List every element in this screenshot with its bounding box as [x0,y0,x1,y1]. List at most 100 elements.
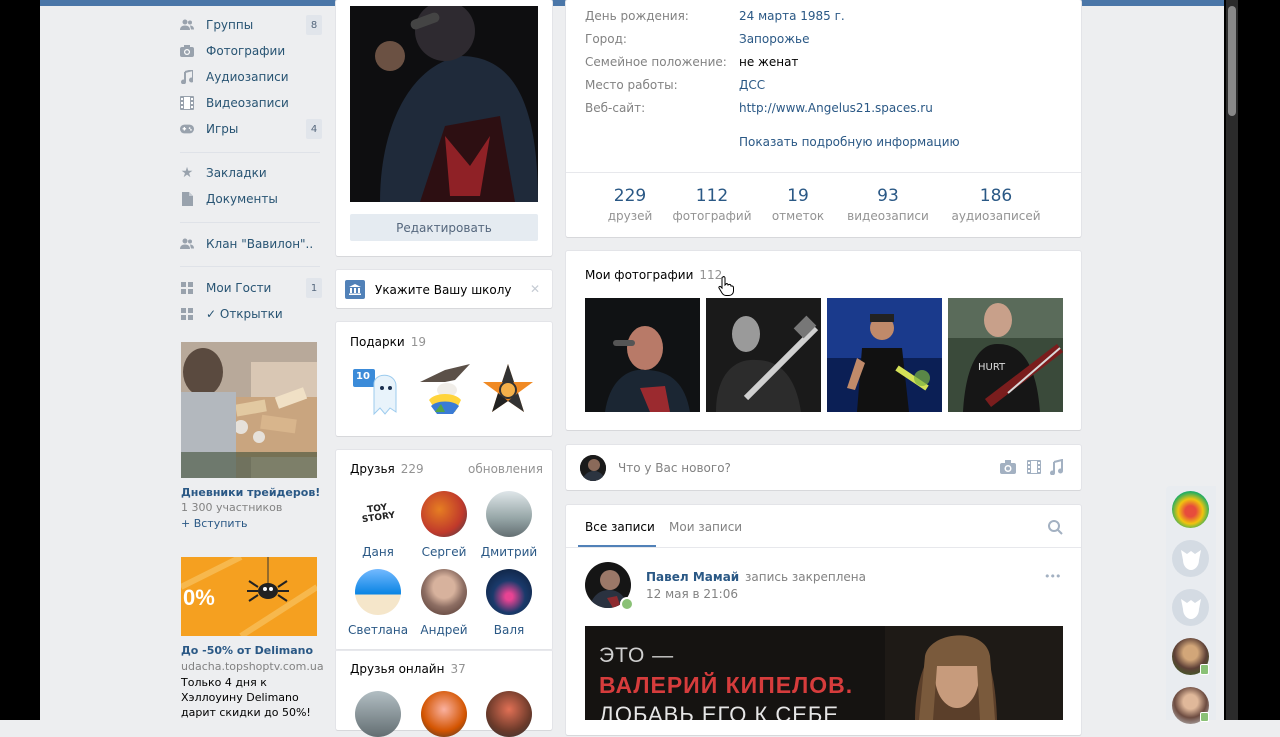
info-label: День рождения: [585,9,689,23]
stat-friends[interactable]: 229 друзей [600,186,660,223]
profile-photo[interactable] [350,6,538,202]
post-author-name[interactable]: Павел Мамай [646,570,739,584]
stat-number: 112 [695,186,729,206]
photo-thumbnail[interactable]: HURT [948,298,1063,412]
friend-item[interactable]: TOY STORY Даня [348,491,408,559]
search-icon[interactable] [1048,520,1063,538]
composer-input[interactable]: Что у Вас нового? [618,461,731,475]
menu-label: Видеозаписи [206,96,289,110]
post-pinned-note: запись закреплена [745,570,866,584]
scrollbar-thumb[interactable] [1228,6,1236,116]
gifts-header[interactable]: Подарки 19 [350,335,426,349]
online-friend-avatar[interactable] [486,691,532,737]
people-icon [180,237,194,251]
menu-divider [180,152,320,153]
menu-divider [180,222,320,223]
composer-avatar [580,455,606,481]
menu-item-bookmarks[interactable]: ★ Закладки [180,162,322,184]
tab-all-posts[interactable]: Все записи [585,520,655,534]
menu-label: Фотографии [206,44,286,58]
stat-tags[interactable]: 19 отметок [768,186,828,223]
stat-label: друзей [607,209,653,223]
friend-item[interactable]: Дмитрий [479,491,539,559]
info-value[interactable]: Запорожье [739,32,809,46]
online-friend-avatar[interactable] [355,691,401,737]
friend-item[interactable]: Светлана [348,569,408,637]
default-avatar-icon[interactable] [1172,589,1209,626]
post-banner[interactable]: ЭТО — ВАЛЕРИЙ КИПЕЛОВ. ДОБАВЬ ЕГО К СЕБЕ [585,626,1063,720]
website-link[interactable]: http://www.Angelus21.spaces.ru [739,101,933,115]
gift-ghost[interactable]: 10 [350,364,410,420]
apps-icon [180,307,194,321]
more-options-icon[interactable]: ••• [1044,570,1061,583]
friends-title: Друзья [350,462,395,476]
music-icon[interactable] [1050,458,1063,478]
friend-avatar: TOY STORY [355,491,401,537]
ad-title[interactable]: Дневники трейдеров! [181,486,320,499]
info-value[interactable]: ДСС [739,78,765,92]
friend-avatar [421,491,467,537]
default-avatar-icon[interactable] [1172,540,1209,577]
chat-avatar[interactable] [1172,491,1209,528]
menu-item-postcards[interactable]: ✓ Открытки [180,303,322,325]
school-prompt[interactable]: Укажите Вашу школу [375,283,512,297]
friend-name: Дмитрий [480,545,538,559]
menu-label: Группы [206,18,254,32]
online-friend-avatar[interactable] [421,691,467,737]
friend-item[interactable]: Валя [479,569,539,637]
card-divider [336,650,552,651]
gift-star-ribbon[interactable] [481,362,535,418]
menu-item-clan[interactable]: Клан "Вавилон".. [180,233,322,255]
ad-image-traders[interactable] [181,342,317,478]
friends-online-header[interactable]: Друзья онлайн 37 [350,662,466,676]
menu-item-documents[interactable]: Документы [180,188,322,210]
menu-label: Аудиозаписи [206,70,289,84]
menu-label: Игры [206,122,239,136]
friend-name: Сергей [421,545,467,559]
gift-badge: 10 [356,371,370,382]
photos-header[interactable]: Мои фотографии 112 [585,268,722,282]
menu-counter: 8 [306,15,322,35]
friend-name: Даня [362,545,394,559]
music-icon [180,70,194,84]
post-header: Павел Мамай запись закреплена [646,570,866,584]
ad-title[interactable]: До -50% от Delimano [181,644,313,657]
menu-item-video[interactable]: Видеозаписи [180,92,322,114]
friend-item[interactable]: Сергей [414,491,474,559]
camera-icon [180,44,194,58]
card-divider [566,547,1081,548]
gift-eagle[interactable] [415,362,475,418]
ad-text: Только 4 дня к Хэллоуину Delimano дарит … [181,676,311,719]
banner-line3: ДОБАВЬ ЕГО К СЕБЕ [599,702,840,720]
tab-my-posts[interactable]: Мои записи [669,520,742,534]
ad-domain: udacha.topshoptv.com.ua [181,660,324,673]
friend-name: Валя [493,623,525,637]
menu-label: ✓ Открытки [206,307,283,321]
close-icon[interactable]: ✕ [530,282,540,296]
stat-videos[interactable]: 93 видеозаписи [845,186,931,223]
school-icon [345,280,365,299]
menu-item-my-guests[interactable]: Мои Гости 1 [180,277,322,299]
ad-image-delimano[interactable]: 0% [181,557,317,636]
stat-photos[interactable]: 112 фотографий [672,186,752,223]
menu-item-groups[interactable]: Группы 8 [180,14,322,36]
friends-header[interactable]: Друзья 229 [350,462,424,476]
show-details-link[interactable]: Показать подробную информацию [739,135,960,149]
friend-item[interactable]: Андрей [414,569,474,637]
friends-online-title: Друзья онлайн [350,662,445,676]
menu-item-photos[interactable]: Фотографии [180,40,322,62]
stat-audio[interactable]: 186 аудиозаписей [950,186,1042,223]
photo-thumbnail[interactable] [827,298,942,412]
photo-thumbnail[interactable] [706,298,821,412]
gifts-title: Подарки [350,335,405,349]
photo-thumbnail[interactable] [585,298,700,412]
edit-profile-button[interactable]: Редактировать [350,214,538,241]
camera-icon[interactable] [1000,460,1016,477]
film-icon[interactable] [1027,460,1041,477]
friends-updates-link[interactable]: обновления [468,462,543,476]
info-value[interactable]: 24 марта 1985 г. [739,9,845,23]
post-date[interactable]: 12 мая в 21:06 [646,587,738,601]
menu-item-audio[interactable]: Аудиозаписи [180,66,322,88]
menu-item-games[interactable]: Игры 4 [180,118,322,140]
join-button[interactable]: + Вступить [181,517,247,530]
